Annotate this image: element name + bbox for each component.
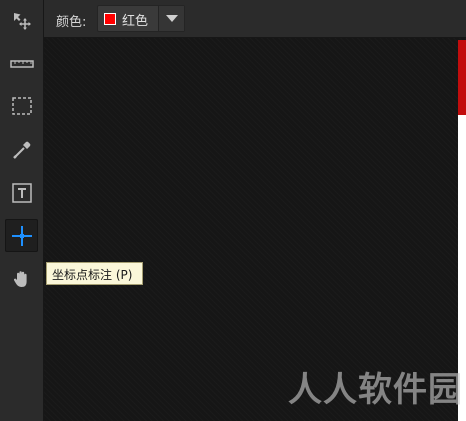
move-tool-button[interactable] [5, 4, 38, 37]
crosshair-icon [11, 225, 32, 246]
move-arrows-icon [13, 12, 31, 30]
text-box-icon [11, 182, 32, 203]
tool-tooltip: 坐标点标注 (P) [46, 262, 143, 285]
left-toolbar [0, 0, 44, 421]
ruler-icon [9, 59, 34, 68]
color-picker-tool-button[interactable] [5, 133, 38, 166]
hand-icon [13, 270, 27, 287]
color-select[interactable]: 红色 [97, 5, 185, 32]
color-label: 颜色: [56, 15, 87, 30]
text-tool-button[interactable] [5, 176, 38, 209]
color-swatch [104, 13, 116, 25]
image-red-region [458, 40, 466, 115]
color-dropdown-button[interactable] [158, 6, 184, 31]
coordinate-mark-tool-button[interactable] [5, 219, 38, 252]
eyedropper-icon [12, 141, 30, 159]
selected-color-text: 红色 [122, 14, 149, 29]
ruler-tool-button[interactable] [5, 47, 38, 80]
dashed-rectangle-icon [11, 96, 32, 115]
watermark: 人人软件园 [288, 370, 463, 410]
options-bar: 颜色: 红色 [44, 0, 466, 38]
chevron-down-icon [166, 15, 178, 22]
hand-tool-button[interactable] [5, 262, 38, 295]
select-rect-tool-button[interactable] [5, 89, 38, 122]
